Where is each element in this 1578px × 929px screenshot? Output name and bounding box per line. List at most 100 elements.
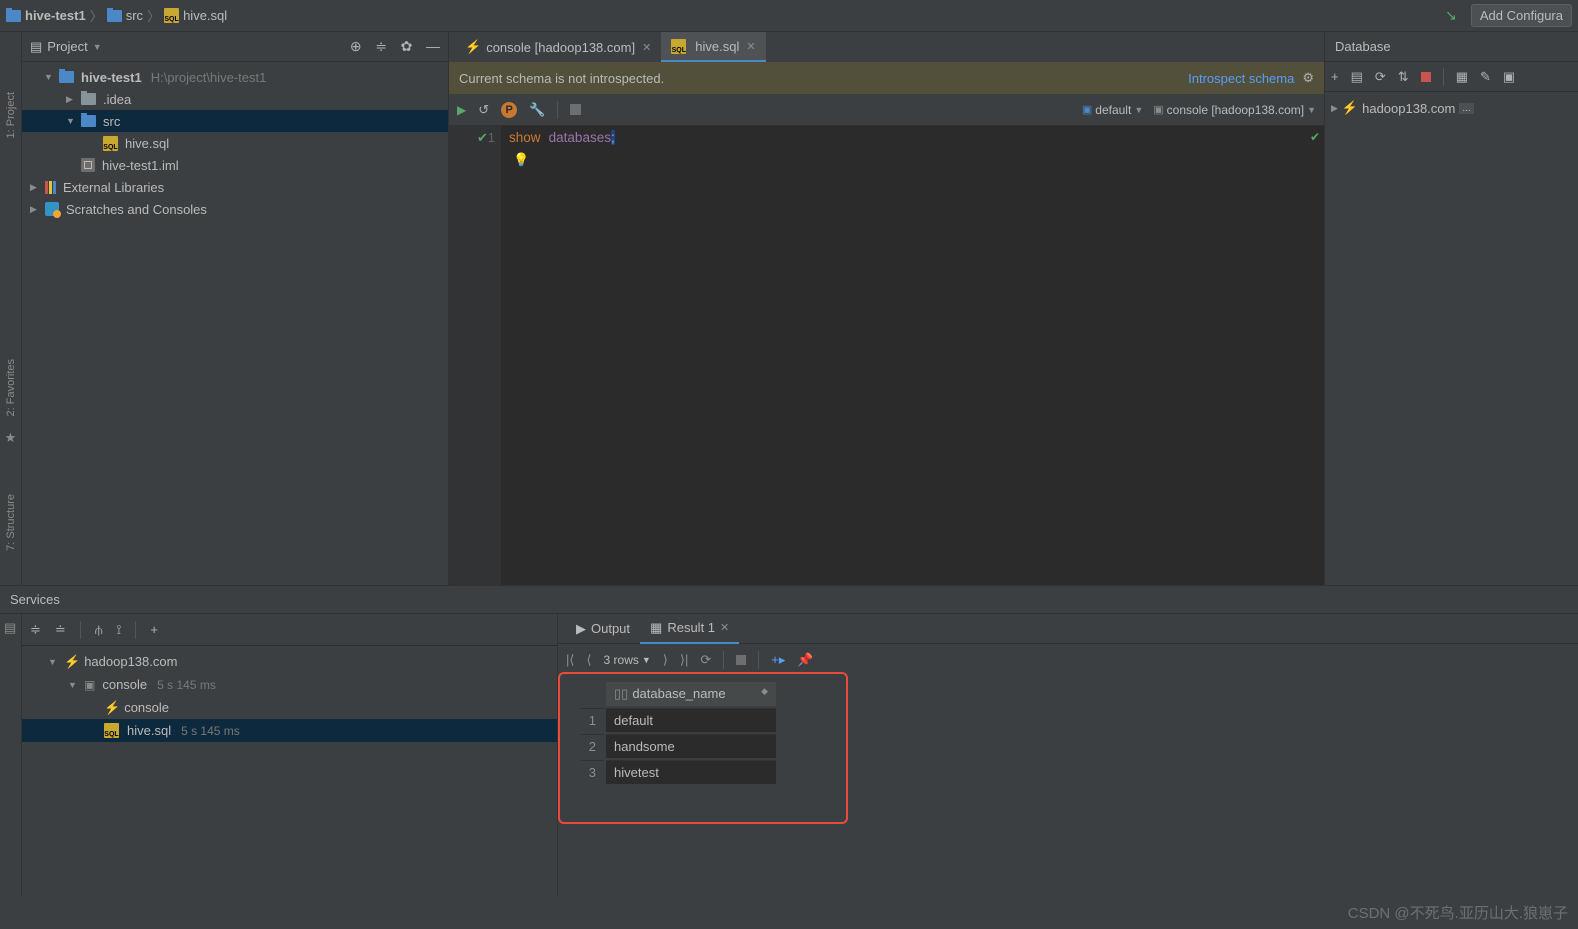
db-connection[interactable]: ▶ ⚡ hadoop138.com ... (1331, 96, 1572, 120)
schema-selector[interactable]: ▣ default ▼ (1082, 103, 1143, 117)
gear-icon[interactable]: ✿ (401, 38, 413, 54)
project-title[interactable]: Project (47, 39, 87, 54)
breadcrumb[interactable]: hive-test1 〉 src 〉 hive.sql (6, 6, 227, 25)
sql-file-icon (164, 8, 179, 23)
wrench-icon[interactable]: 🔧 (529, 102, 545, 118)
chevron-down-icon: ▼ (1307, 105, 1316, 115)
filter-icon[interactable]: ⟟ (117, 622, 122, 638)
tab-console[interactable]: ⚡ console [hadoop138.com] ✕ (455, 32, 661, 62)
folder-icon (6, 10, 21, 22)
services-tree-panel: ≑ ≐ ⫛ ⟟ + ▼⚡ hadoop138.com ▼▣ console 5 … (22, 614, 558, 897)
scratches-icon (45, 202, 59, 216)
table-icon[interactable]: ▦ (1456, 69, 1468, 85)
expand-all-icon[interactable]: ≑ (30, 622, 41, 638)
result-panel: ▶ Output ▦ Result 1 ✕ |⟨ ⟨ 3 rows ▼ ⟩ ⟩|… (558, 614, 1578, 897)
srv-console-group[interactable]: ▼▣ console 5 s 145 ms (22, 673, 557, 696)
code-area[interactable]: show databases; 💡 ✔ (501, 126, 1324, 585)
introspect-link[interactable]: Introspect schema (1188, 71, 1294, 86)
layout-icon[interactable]: ▤ (0, 614, 21, 642)
output-tab[interactable]: ▶ Output (566, 614, 640, 644)
schema-icon: ▣ (1082, 103, 1092, 116)
add-icon[interactable]: + (1331, 69, 1339, 84)
gear-icon[interactable]: ⚙ (1302, 70, 1314, 86)
srv-console-child[interactable]: ⚡ console (22, 696, 557, 719)
line-number: 1 (488, 130, 495, 145)
bolt-icon: ⚡ (64, 654, 80, 670)
srv-hadoop[interactable]: ▼⚡ hadoop138.com (22, 650, 557, 673)
explain-plan-icon[interactable]: P (501, 102, 517, 118)
chevron-down-icon: ▼ (1134, 105, 1143, 115)
tree-hive-sql[interactable]: hive.sql (22, 132, 448, 154)
history-icon[interactable]: ↺ (478, 102, 489, 118)
crumb-src[interactable]: src (126, 8, 143, 23)
stop-icon[interactable] (1421, 72, 1431, 82)
build-icon[interactable]: ↘ (1445, 7, 1457, 24)
services-title[interactable]: Services (10, 592, 60, 607)
console-icon: ▣ (84, 678, 95, 692)
hide-icon[interactable]: — (426, 38, 440, 54)
stop-icon[interactable] (736, 655, 746, 665)
play-icon: ▶ (576, 621, 586, 637)
sql-file-icon (104, 723, 119, 738)
console-icon[interactable]: ▣ (1503, 69, 1515, 85)
keyword: show (509, 130, 541, 145)
rows-selector[interactable]: 3 rows ▼ (604, 653, 651, 667)
chevron-down-icon[interactable]: ▼ (93, 42, 102, 52)
crumb-file[interactable]: hive.sql (183, 8, 227, 23)
run-button[interactable]: ▶ (457, 103, 466, 117)
last-page-icon[interactable]: ⟩| (680, 652, 688, 668)
add-row-icon[interactable]: +▸ (771, 652, 785, 668)
editor-toolbar: ▶ ↺ P 🔧 ▣ default ▼ ▣ console [hadoop138… (449, 94, 1324, 126)
bulb-icon[interactable]: 💡 (513, 152, 529, 168)
srv-hive-sql[interactable]: hive.sql 5 s 145 ms (22, 719, 557, 742)
highlight-box (558, 672, 848, 824)
project-tree: ▼ hive-test1 H:\project\hive-test1 ▶ .id… (22, 62, 448, 224)
project-view-icon: ▤ (30, 39, 42, 55)
tree-scratches[interactable]: ▶ Scratches and Consoles (22, 198, 448, 220)
collapse-icon[interactable]: ≑ (375, 38, 387, 54)
database-toolbar: + ▤ ⟳ ⇅ ▦ ✎ ▣ (1325, 62, 1578, 92)
close-icon[interactable]: ✕ (746, 40, 755, 53)
favorites-tool-tab[interactable]: 2: Favorites (5, 359, 17, 416)
line-gutter: 1 ✔ (449, 126, 501, 585)
crumb-project[interactable]: hive-test1 (25, 8, 86, 23)
result-tab[interactable]: ▦ Result 1 ✕ (640, 614, 739, 644)
datasource-selector[interactable]: ▣ console [hadoop138.com] ▼ (1153, 103, 1316, 117)
navbar: hive-test1 〉 src 〉 hive.sql ↘ Add Config… (0, 0, 1578, 32)
add-icon[interactable]: + (150, 622, 158, 637)
tree-iml-file[interactable]: hive-test1.iml (22, 154, 448, 176)
datasource-props-icon[interactable]: ▤ (1351, 69, 1363, 85)
editor-body[interactable]: 1 ✔ show databases; 💡 ✔ (449, 126, 1324, 585)
group-icon[interactable]: ⫛ (95, 622, 103, 638)
edit-icon[interactable]: ✎ (1480, 69, 1491, 85)
project-tool-tab[interactable]: 1: Project (5, 92, 17, 138)
first-page-icon[interactable]: |⟨ (566, 652, 574, 668)
next-page-icon[interactable]: ⟩ (663, 652, 668, 668)
close-icon[interactable]: ✕ (720, 621, 729, 634)
refresh-icon[interactable]: ⟳ (700, 652, 711, 668)
editor-area: ⚡ console [hadoop138.com] ✕ hive.sql ✕ C… (449, 32, 1324, 585)
check-icon: ✔ (1310, 130, 1320, 144)
folder-icon (107, 10, 122, 22)
refresh-icon[interactable]: ⟳ (1375, 69, 1386, 85)
tree-src-folder[interactable]: ▼ src (22, 110, 448, 132)
pin-icon[interactable]: 📌 (797, 652, 813, 668)
bolt-icon: ⚡ (465, 39, 481, 55)
collapse-all-icon[interactable]: ≐ (55, 622, 66, 638)
iml-file-icon (81, 158, 95, 172)
locate-icon[interactable]: ⊕ (350, 38, 362, 54)
tree-project-root[interactable]: ▼ hive-test1 H:\project\hive-test1 (22, 66, 448, 88)
prev-page-icon[interactable]: ⟨ (586, 652, 591, 668)
tree-external-libraries[interactable]: ▶ External Libraries (22, 176, 448, 198)
stop-button[interactable] (570, 104, 581, 115)
datasource-icon: ▣ (1153, 103, 1163, 116)
banner-message: Current schema is not introspected. (459, 71, 664, 86)
tree-idea-folder[interactable]: ▶ .idea (22, 88, 448, 110)
identifier: databases (549, 130, 611, 145)
tab-hive-sql[interactable]: hive.sql ✕ (661, 32, 765, 62)
structure-tool-tab[interactable]: 7: Structure (5, 494, 17, 551)
close-icon[interactable]: ✕ (642, 41, 651, 54)
folder-icon (81, 93, 96, 105)
sync-icon[interactable]: ⇅ (1398, 69, 1409, 85)
add-configuration-button[interactable]: Add Configura (1471, 4, 1572, 27)
